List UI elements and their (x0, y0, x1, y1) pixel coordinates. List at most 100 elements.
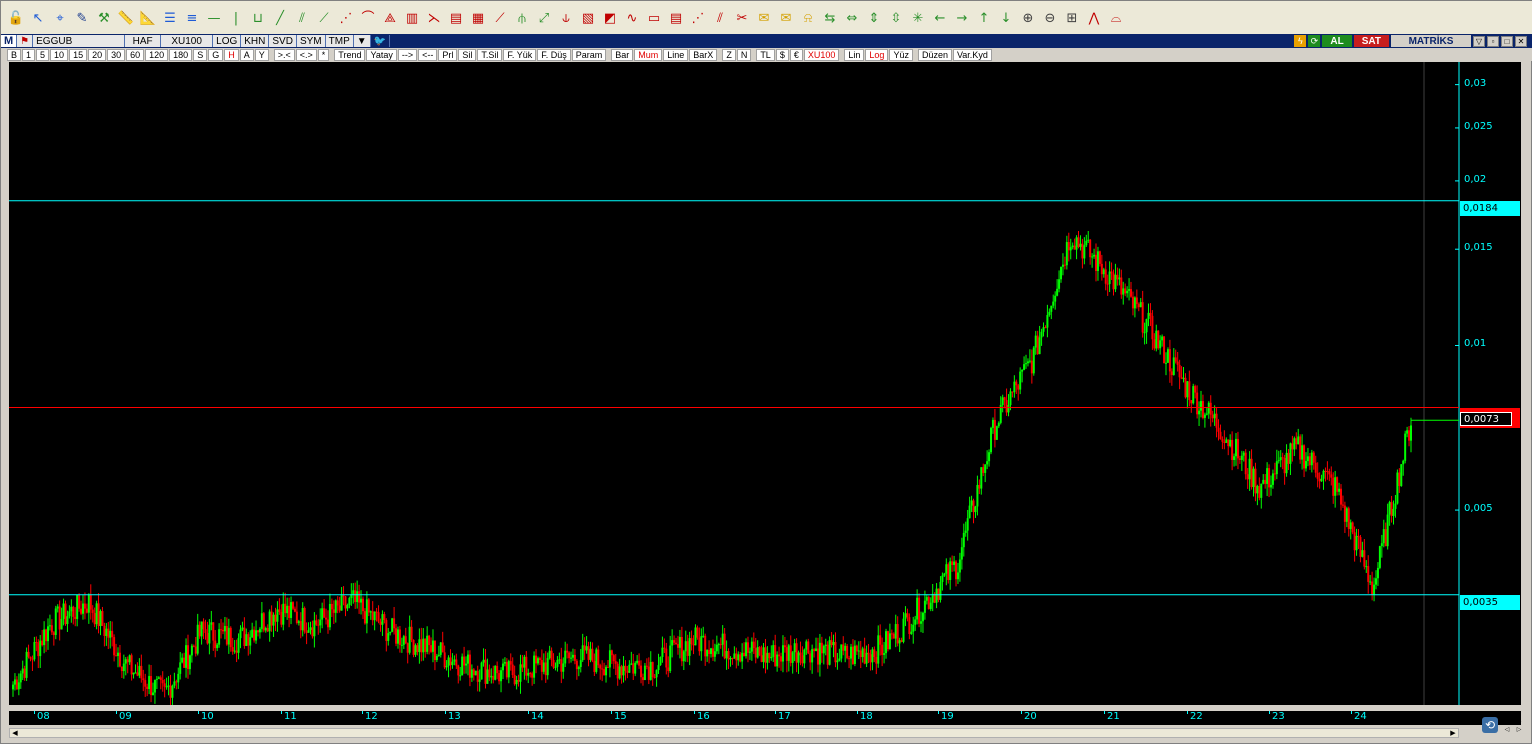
parallel-lines-icon[interactable]: ☰ (159, 8, 181, 30)
step-left-icon[interactable]: ◁ (1501, 725, 1513, 733)
fibonacci-retracement-icon[interactable]: ▤ (445, 8, 467, 30)
flag-icon[interactable]: ⚑ (17, 35, 34, 47)
cursor-arrow-icon[interactable]: ↖ (27, 8, 49, 30)
horizontal-scrollbar[interactable]: ◀ ▶ (9, 728, 1459, 738)
note-icon[interactable]: ✉ (753, 8, 775, 30)
tmp-toggle[interactable]: TMP (325, 35, 354, 47)
close-icon[interactable]: ✕ (1515, 35, 1527, 47)
option-periods-4[interactable]: 15 (69, 48, 88, 61)
option-drawing-6[interactable]: T.Sil (477, 48, 503, 61)
horizontal-line-icon[interactable]: — (203, 8, 225, 30)
magnifier-add-icon[interactable]: ⊕ (1017, 8, 1039, 30)
option-periods-5[interactable]: 20 (88, 48, 107, 61)
zoom-in-vertical-icon[interactable]: ⇕ (863, 8, 885, 30)
elliott-wave-icon[interactable]: ∿ (621, 8, 643, 30)
crosshair-icon[interactable]: ⌖ (49, 8, 71, 30)
option-periods-14[interactable]: Y (254, 48, 269, 61)
option-drawing-9[interactable]: Param (571, 48, 607, 61)
option-currency-2[interactable]: € (789, 48, 803, 61)
option-periods-11[interactable]: G (208, 48, 224, 61)
sym-toggle[interactable]: SYM (296, 35, 326, 47)
option-drawing-0[interactable]: Trend (334, 48, 366, 61)
fan-lines-icon[interactable]: ⋋ (423, 8, 445, 30)
trend-line-icon[interactable]: ╱ (269, 8, 291, 30)
option-scroll-0[interactable]: >.< (273, 48, 295, 61)
time-zones-icon[interactable]: ▧ (577, 8, 599, 30)
option-currency-1[interactable]: $ (775, 48, 789, 61)
option-edit-1[interactable]: Var.Kyd (952, 48, 992, 61)
option-periods-0[interactable]: B (7, 48, 22, 61)
callout-icon[interactable]: ✉ (775, 8, 797, 30)
scroll-right-icon[interactable]: ▶ (1448, 729, 1458, 737)
option-drawing-5[interactable]: Sil (458, 48, 477, 61)
arc-icon[interactable]: ⌓ (1105, 8, 1127, 30)
option-periods-2[interactable]: 5 (36, 48, 50, 61)
option-scroll-2[interactable]: * (317, 48, 330, 61)
regression-icon[interactable]: ⟋ (313, 8, 335, 30)
arrow-right-icon[interactable]: → (951, 8, 973, 30)
buy-button[interactable]: AL (1322, 35, 1352, 47)
magnifier-remove-icon[interactable]: ⊖ (1039, 8, 1061, 30)
fibonacci-arc-icon[interactable]: ⌒ (357, 8, 379, 30)
arrow-down-icon[interactable]: ↓ (995, 8, 1017, 30)
speed-lines-icon[interactable]: ⟋ (489, 8, 511, 30)
alarm-bell-icon[interactable]: ⍾ (797, 8, 819, 30)
gann-fan-icon[interactable]: ⟁ (379, 8, 401, 30)
menu-button[interactable]: M (1, 35, 18, 47)
option-chart_types-2[interactable]: Line (663, 48, 689, 61)
symbol-field[interactable]: EGGUB (33, 35, 126, 47)
option-drawing-1[interactable]: Yatay (366, 48, 397, 61)
option-drawing-7[interactable]: F. Yük (503, 48, 537, 61)
page-right-icon[interactable]: ▶ (1513, 717, 1525, 725)
option-axis-0[interactable]: Lin (844, 48, 865, 61)
collapse-icon[interactable]: ▽ (1473, 35, 1485, 47)
channel-icon[interactable]: ⊔ (247, 8, 269, 30)
option-periods-9[interactable]: 180 (169, 48, 193, 61)
option-periods-3[interactable]: 10 (50, 48, 69, 61)
option-periods-13[interactable]: A (239, 48, 254, 61)
vertical-line-icon[interactable]: | (225, 8, 247, 30)
zoom-out-vertical-icon[interactable]: ⇳ (885, 8, 907, 30)
refresh-icon[interactable]: ⟳ (1308, 35, 1321, 47)
cycle-lines-icon[interactable]: ⫝ (555, 8, 577, 30)
fit-all-icon[interactable]: ✳ (907, 8, 929, 30)
arrow-up-icon[interactable]: ↑ (973, 8, 995, 30)
index-field[interactable]: XU100 (161, 35, 214, 47)
option-chart_types-1[interactable]: Mum (634, 48, 663, 61)
minimize-icon[interactable]: ▫ (1487, 35, 1499, 47)
ruler-measure-icon[interactable]: ⫽ (709, 8, 731, 30)
flash-icon[interactable]: ϟ (1294, 35, 1307, 47)
maximize-icon[interactable]: □ (1501, 35, 1513, 47)
option-chart_types-0[interactable]: Bar (611, 48, 634, 61)
scroll-left-icon[interactable]: ◀ (10, 729, 20, 737)
line-chart-icon[interactable]: ⋀ (1083, 8, 1105, 30)
arrow-left-icon[interactable]: ← (929, 8, 951, 30)
zoom-out-horizontal-icon[interactable]: ⇔ (841, 8, 863, 30)
option-periods-1[interactable]: 1 (22, 48, 36, 61)
page-left-icon[interactable]: ◀ (1501, 717, 1513, 725)
paint-icon[interactable]: ✂ (731, 8, 753, 30)
fibonacci-time-icon[interactable]: ▭ (643, 8, 665, 30)
option-drawing-2[interactable]: --> (397, 48, 418, 61)
price-chart[interactable]: 0,03 0,025 0,02 0,015 0,01 0,005 0,0184 0,0035 0… (9, 62, 1521, 705)
dropdown-arrow-icon[interactable]: ▼ (353, 35, 371, 47)
step-right-icon[interactable]: ▷ (1513, 725, 1525, 733)
period-field[interactable]: HAF (125, 35, 162, 47)
trend-channel-icon[interactable]: ⫽ (291, 8, 313, 30)
twitter-icon[interactable]: 🐦 (371, 35, 391, 47)
option-scale-1[interactable]: N (736, 48, 752, 61)
bars-pattern-icon[interactable]: ▥ (401, 8, 423, 30)
fibonacci-extension-icon[interactable]: ▦ (467, 8, 489, 30)
zoom-in-horizontal-icon[interactable]: ⇆ (819, 8, 841, 30)
option-periods-6[interactable]: 30 (107, 48, 126, 61)
option-edit-0[interactable]: Düzen (917, 48, 952, 61)
option-drawing-8[interactable]: F. Düş (537, 48, 571, 61)
ruler-icon[interactable]: 📏 (115, 8, 137, 30)
option-chart_types-3[interactable]: BarX (689, 48, 718, 61)
diagonal-brush-icon[interactable]: ⤢ (533, 8, 555, 30)
chart-settings-icon[interactable]: ⊞ (1061, 8, 1083, 30)
ruler-alt-icon[interactable]: 📐 (137, 8, 159, 30)
option-currency-3[interactable]: XU100 (803, 48, 840, 61)
option-periods-8[interactable]: 120 (145, 48, 169, 61)
svd-toggle[interactable]: SVD (269, 35, 297, 47)
